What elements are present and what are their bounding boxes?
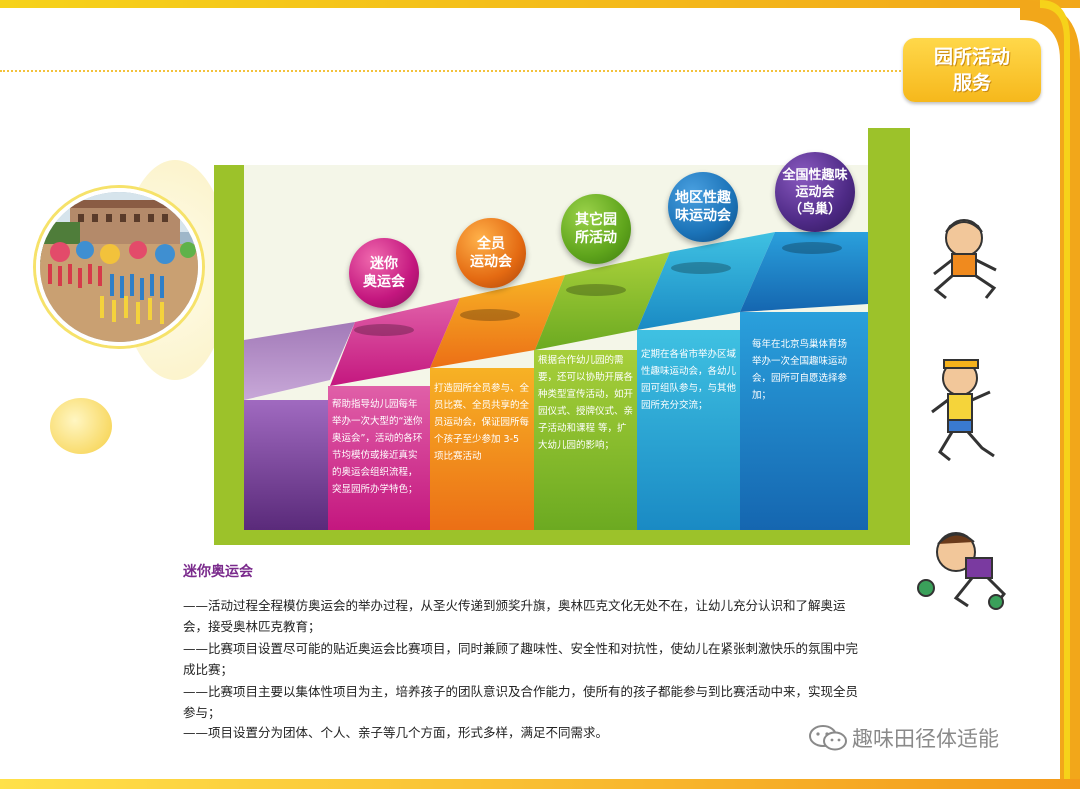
step-text-regional-games: 定期在各省市举办区域性趣味运动会，各幼儿园可组队参与，与其他园所充分交流； (641, 349, 737, 411)
step-text-other-activities: 根据合作幼儿园的需要，还可以协助开展各种类型宣传活动，如开园仪式、授牌仪式、亲子… (538, 355, 634, 451)
brand-watermark: 趣味田径体适能 (808, 723, 999, 753)
step-circle-mini-olympics: 迷你 奥运会 (349, 238, 419, 308)
step-circle-other-activities: 其它园 所活动 (561, 194, 631, 264)
step-circle-label: 全员 运动会 (470, 236, 512, 270)
kid-runner-icon (931, 359, 995, 462)
step-circle-national-games: 全国性趣味 运动会 （鸟巢） (775, 152, 855, 232)
section-paragraph-2: ——比赛项目设置尽可能的贴近奥运会比赛项目，同时兼顾了趣味性、安全性和对抗性，使… (183, 641, 859, 677)
step-text-national-games: 每年在北京鸟巢体育场举办一次全国趣味运动会，园所可自愿选择参加； (752, 339, 848, 401)
step-circle-label: 全国性趣味 运动会 （鸟巢） (782, 167, 848, 217)
kid-sprinter-icon (933, 219, 997, 300)
section-paragraph-1: ——活动过程全程模仿奥运会的举办过程，从圣火传递到颁奖升旗，奥林匹克文化无处不在… (183, 598, 846, 634)
step-text-all-staff-games: 打造园所全员参与、全员比赛、全员共享的全员运动会，保证园所每个孩子至少参加 3-… (434, 383, 530, 462)
section-paragraph-3: ——比赛项目主要以集体性项目为主，培养孩子的团队意识及合作能力，使所有的孩子都能… (183, 684, 859, 720)
brochure-page: 园所活动 服务 迷你 奥运会 全员 运动会 其它园 所活动 地区性趣 味运动会 … (0, 0, 1080, 789)
bottom-band (0, 779, 1080, 789)
step-circle-all-staff-games: 全员 运动会 (456, 218, 526, 288)
step-circle-label: 其它园 所活动 (575, 212, 617, 246)
step-circle-regional-games: 地区性趣 味运动会 (668, 172, 738, 242)
brand-text: 趣味田径体适能 (852, 727, 999, 751)
wechat-icon (809, 725, 847, 751)
step-circle-label: 迷你 奥运会 (363, 256, 405, 290)
section-title: 迷你奥运会 (183, 564, 253, 580)
step-text-mini-olympics: 帮助指导幼儿园每年举办一次大型的“迷你奥运会”，活动的各环节均模仿或接近真实的奥… (332, 399, 423, 495)
step-circle-label: 地区性趣 味运动会 (675, 190, 731, 224)
kid-jumper-icon (917, 532, 1007, 610)
section-paragraph-4: ——项目设置分为团体、个人、亲子等几个方面，形式多样，满足不同需求。 (183, 725, 609, 740)
